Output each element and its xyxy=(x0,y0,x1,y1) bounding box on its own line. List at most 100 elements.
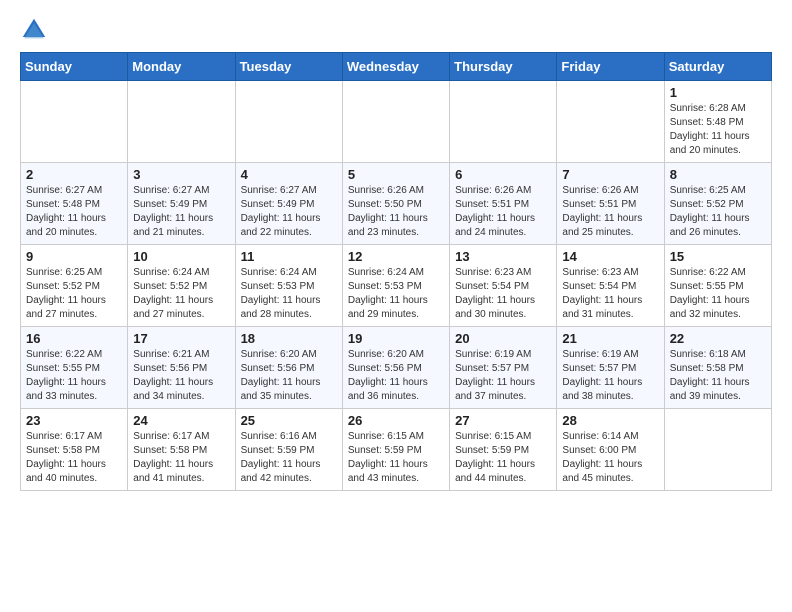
day-info: Sunrise: 6:18 AM Sunset: 5:58 PM Dayligh… xyxy=(670,348,766,404)
calendar-cell: 8 Sunrise: 6:25 AM Sunset: 5:52 PM Daylig… xyxy=(664,163,771,245)
calendar-cell xyxy=(235,81,342,163)
day-number: 22 xyxy=(670,331,766,346)
calendar-cell: 1 Sunrise: 6:28 AM Sunset: 5:48 PM Daylig… xyxy=(664,81,771,163)
day-info: Sunrise: 6:21 AM Sunset: 5:56 PM Dayligh… xyxy=(133,348,229,404)
day-info: Sunrise: 6:26 AM Sunset: 5:50 PM Dayligh… xyxy=(348,184,444,240)
day-number: 19 xyxy=(348,331,444,346)
day-number: 27 xyxy=(455,413,551,428)
calendar-cell: 24 Sunrise: 6:17 AM Sunset: 5:58 PM Dayli… xyxy=(128,409,235,491)
day-number: 3 xyxy=(133,167,229,182)
day-number: 20 xyxy=(455,331,551,346)
calendar-week-row: 2 Sunrise: 6:27 AM Sunset: 5:48 PM Daylig… xyxy=(21,163,772,245)
day-info: Sunrise: 6:17 AM Sunset: 5:58 PM Dayligh… xyxy=(133,430,229,486)
calendar-cell: 27 Sunrise: 6:15 AM Sunset: 5:59 PM Dayli… xyxy=(450,409,557,491)
day-header-saturday: Saturday xyxy=(664,53,771,81)
day-info: Sunrise: 6:19 AM Sunset: 5:57 PM Dayligh… xyxy=(562,348,658,404)
calendar-cell: 7 Sunrise: 6:26 AM Sunset: 5:51 PM Daylig… xyxy=(557,163,664,245)
logo xyxy=(20,16,52,44)
day-header-tuesday: Tuesday xyxy=(235,53,342,81)
calendar-week-row: 1 Sunrise: 6:28 AM Sunset: 5:48 PM Daylig… xyxy=(21,81,772,163)
day-header-friday: Friday xyxy=(557,53,664,81)
calendar-cell: 20 Sunrise: 6:19 AM Sunset: 5:57 PM Dayli… xyxy=(450,327,557,409)
day-number: 16 xyxy=(26,331,122,346)
day-info: Sunrise: 6:24 AM Sunset: 5:53 PM Dayligh… xyxy=(241,266,337,322)
day-header-thursday: Thursday xyxy=(450,53,557,81)
day-number: 28 xyxy=(562,413,658,428)
day-number: 1 xyxy=(670,85,766,100)
day-info: Sunrise: 6:22 AM Sunset: 5:55 PM Dayligh… xyxy=(26,348,122,404)
calendar-cell: 16 Sunrise: 6:22 AM Sunset: 5:55 PM Dayli… xyxy=(21,327,128,409)
calendar-week-row: 23 Sunrise: 6:17 AM Sunset: 5:58 PM Dayli… xyxy=(21,409,772,491)
day-header-sunday: Sunday xyxy=(21,53,128,81)
day-info: Sunrise: 6:22 AM Sunset: 5:55 PM Dayligh… xyxy=(670,266,766,322)
header xyxy=(20,16,772,44)
calendar-cell xyxy=(450,81,557,163)
calendar-cell: 4Sunrise: 6:27 AM Sunset: 5:49 PM Daylig… xyxy=(235,163,342,245)
day-info: Sunrise: 6:17 AM Sunset: 5:58 PM Dayligh… xyxy=(26,430,122,486)
day-info: Sunrise: 6:27 AM Sunset: 5:49 PM Dayligh… xyxy=(133,184,229,240)
calendar-cell: 21 Sunrise: 6:19 AM Sunset: 5:57 PM Dayli… xyxy=(557,327,664,409)
calendar-cell: 10 Sunrise: 6:24 AM Sunset: 5:52 PM Dayli… xyxy=(128,245,235,327)
calendar-cell: 12 Sunrise: 6:24 AM Sunset: 5:53 PM Dayli… xyxy=(342,245,449,327)
day-number: 7 xyxy=(562,167,658,182)
day-number: 25 xyxy=(241,413,337,428)
day-number: 10 xyxy=(133,249,229,264)
day-header-monday: Monday xyxy=(128,53,235,81)
day-number: 6 xyxy=(455,167,551,182)
day-number: 9 xyxy=(26,249,122,264)
calendar-header-row: SundayMondayTuesdayWednesdayThursdayFrid… xyxy=(21,53,772,81)
day-number: 11 xyxy=(241,249,337,264)
calendar-cell: 5 Sunrise: 6:26 AM Sunset: 5:50 PM Daylig… xyxy=(342,163,449,245)
day-number: 2 xyxy=(26,167,122,182)
day-info: Sunrise: 6:19 AM Sunset: 5:57 PM Dayligh… xyxy=(455,348,551,404)
calendar-cell: 17Sunrise: 6:21 AM Sunset: 5:56 PM Dayli… xyxy=(128,327,235,409)
day-info: Sunrise: 6:15 AM Sunset: 5:59 PM Dayligh… xyxy=(455,430,551,486)
day-number: 15 xyxy=(670,249,766,264)
calendar-cell: 26 Sunrise: 6:15 AM Sunset: 5:59 PM Dayli… xyxy=(342,409,449,491)
day-info: Sunrise: 6:26 AM Sunset: 5:51 PM Dayligh… xyxy=(455,184,551,240)
day-info: Sunrise: 6:15 AM Sunset: 5:59 PM Dayligh… xyxy=(348,430,444,486)
calendar-cell: 25 Sunrise: 6:16 AM Sunset: 5:59 PM Dayli… xyxy=(235,409,342,491)
day-info: Sunrise: 6:26 AM Sunset: 5:51 PM Dayligh… xyxy=(562,184,658,240)
calendar-cell: 9 Sunrise: 6:25 AM Sunset: 5:52 PM Daylig… xyxy=(21,245,128,327)
day-number: 4 xyxy=(241,167,337,182)
day-number: 21 xyxy=(562,331,658,346)
calendar-cell: 13 Sunrise: 6:23 AM Sunset: 5:54 PM Dayli… xyxy=(450,245,557,327)
calendar-cell: 11 Sunrise: 6:24 AM Sunset: 5:53 PM Dayli… xyxy=(235,245,342,327)
calendar-week-row: 16 Sunrise: 6:22 AM Sunset: 5:55 PM Dayli… xyxy=(21,327,772,409)
calendar-cell xyxy=(342,81,449,163)
day-info: Sunrise: 6:24 AM Sunset: 5:53 PM Dayligh… xyxy=(348,266,444,322)
day-info: Sunrise: 6:23 AM Sunset: 5:54 PM Dayligh… xyxy=(562,266,658,322)
day-number: 13 xyxy=(455,249,551,264)
day-header-wednesday: Wednesday xyxy=(342,53,449,81)
calendar-cell: 19 Sunrise: 6:20 AM Sunset: 5:56 PM Dayli… xyxy=(342,327,449,409)
calendar: SundayMondayTuesdayWednesdayThursdayFrid… xyxy=(20,52,772,491)
day-number: 18 xyxy=(241,331,337,346)
calendar-week-row: 9 Sunrise: 6:25 AM Sunset: 5:52 PM Daylig… xyxy=(21,245,772,327)
day-number: 24 xyxy=(133,413,229,428)
day-info: Sunrise: 6:20 AM Sunset: 5:56 PM Dayligh… xyxy=(348,348,444,404)
calendar-cell: 23 Sunrise: 6:17 AM Sunset: 5:58 PM Dayli… xyxy=(21,409,128,491)
day-info: Sunrise: 6:24 AM Sunset: 5:52 PM Dayligh… xyxy=(133,266,229,322)
calendar-cell xyxy=(128,81,235,163)
calendar-cell: 2 Sunrise: 6:27 AM Sunset: 5:48 PM Daylig… xyxy=(21,163,128,245)
day-info: Sunrise: 6:27 AM Sunset: 5:48 PM Dayligh… xyxy=(26,184,122,240)
day-number: 12 xyxy=(348,249,444,264)
calendar-cell xyxy=(21,81,128,163)
day-info: Sunrise: 6:16 AM Sunset: 5:59 PM Dayligh… xyxy=(241,430,337,486)
day-number: 8 xyxy=(670,167,766,182)
day-info: Sunrise: 6:23 AM Sunset: 5:54 PM Dayligh… xyxy=(455,266,551,322)
calendar-cell: 14Sunrise: 6:23 AM Sunset: 5:54 PM Dayli… xyxy=(557,245,664,327)
day-info: Sunrise: 6:25 AM Sunset: 5:52 PM Dayligh… xyxy=(26,266,122,322)
calendar-cell xyxy=(664,409,771,491)
day-number: 26 xyxy=(348,413,444,428)
calendar-cell: 3 Sunrise: 6:27 AM Sunset: 5:49 PM Daylig… xyxy=(128,163,235,245)
calendar-cell xyxy=(557,81,664,163)
day-info: Sunrise: 6:28 AM Sunset: 5:48 PM Dayligh… xyxy=(670,102,766,158)
calendar-cell: 22 Sunrise: 6:18 AM Sunset: 5:58 PM Dayli… xyxy=(664,327,771,409)
day-number: 23 xyxy=(26,413,122,428)
day-info: Sunrise: 6:25 AM Sunset: 5:52 PM Dayligh… xyxy=(670,184,766,240)
day-number: 5 xyxy=(348,167,444,182)
calendar-cell: 28Sunrise: 6:14 AM Sunset: 6:00 PM Dayli… xyxy=(557,409,664,491)
calendar-cell: 18Sunrise: 6:20 AM Sunset: 5:56 PM Dayli… xyxy=(235,327,342,409)
